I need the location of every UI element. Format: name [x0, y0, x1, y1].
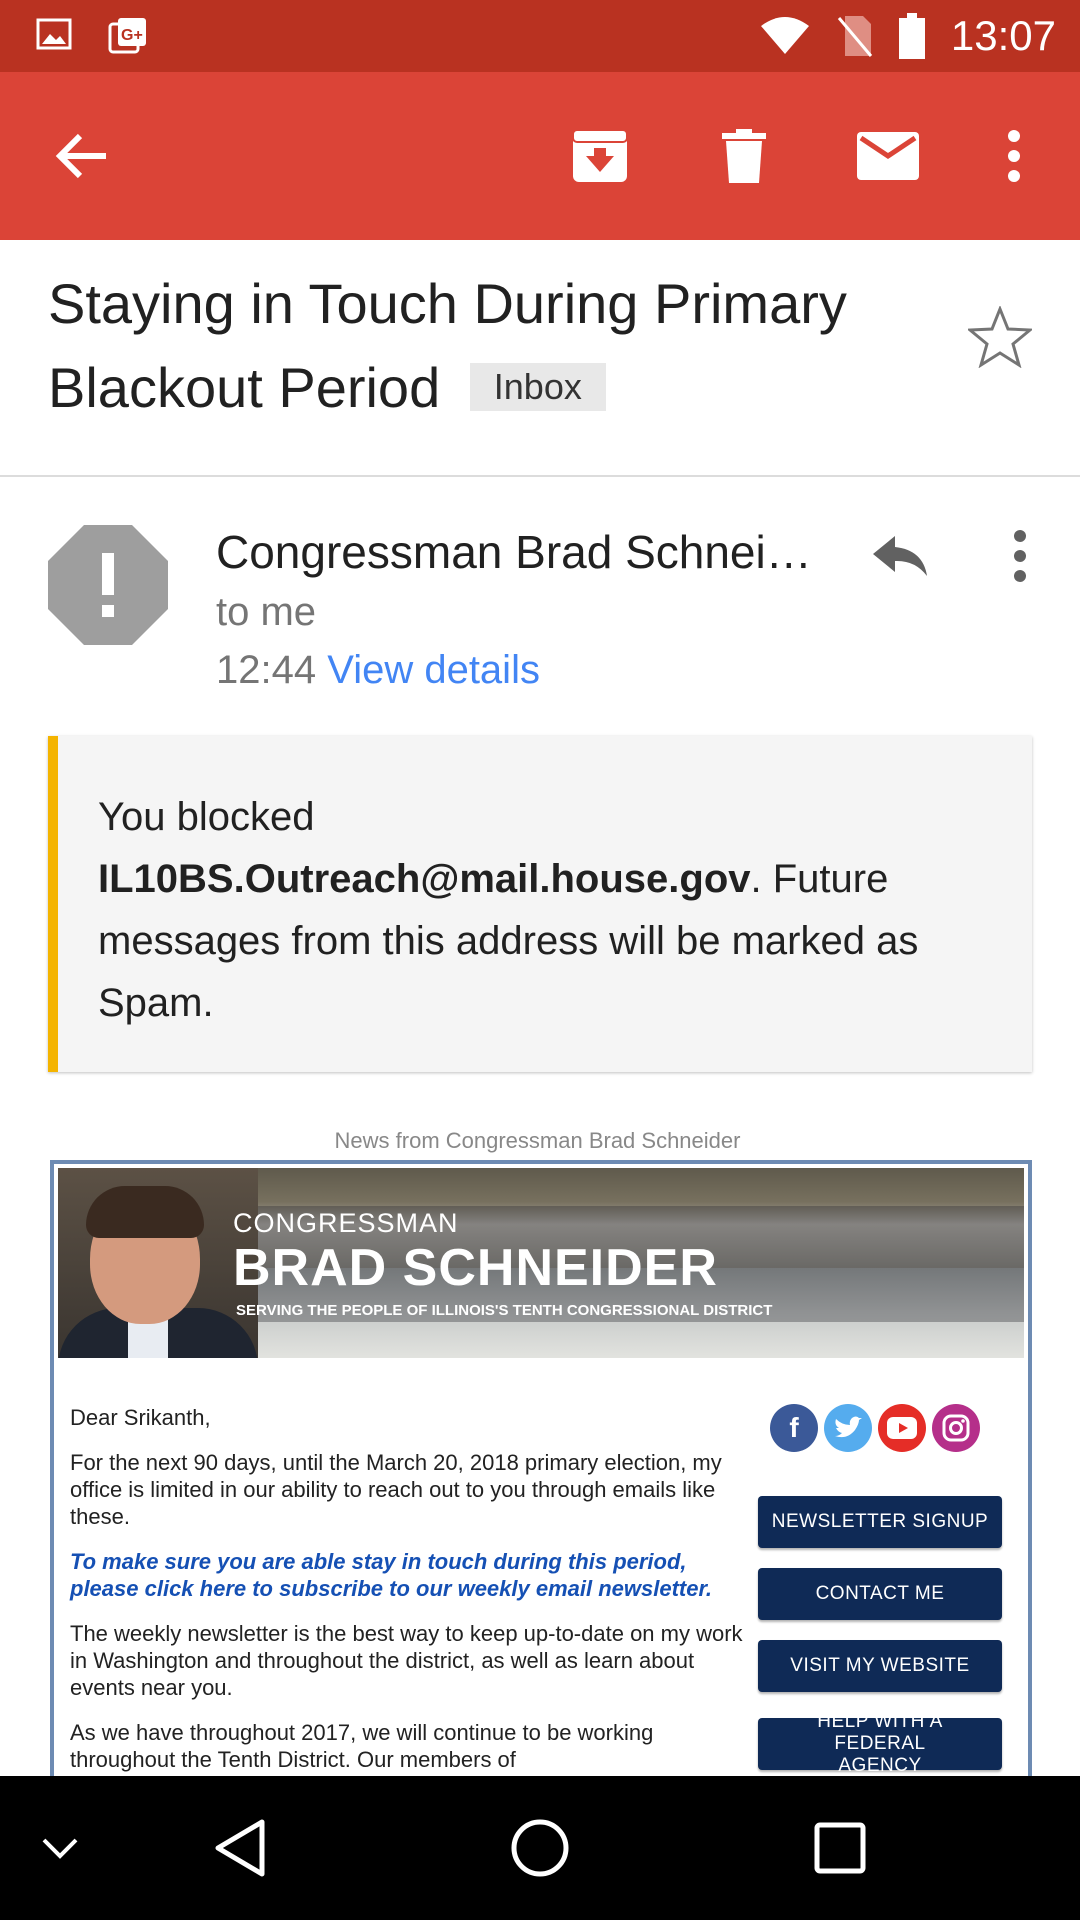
nav-home-icon: [511, 1819, 569, 1877]
status-time: 13:07: [950, 12, 1056, 59]
battery-icon: [898, 13, 925, 59]
greeting: Dear Srikanth,: [70, 1405, 211, 1430]
reply-icon: [873, 536, 927, 576]
warning-octagon-icon: [48, 525, 168, 645]
newsletter-signup-button[interactable]: NEWSLETTER SIGNUP: [758, 1496, 1002, 1548]
email-subject: Staying in Touch During Primary Blackout…: [48, 262, 948, 430]
blocked-sender-notice: You blocked IL10BS.Outreach@mail.house.g…: [48, 736, 1032, 1072]
inbox-label-chip[interactable]: Inbox: [469, 363, 606, 411]
divider: [0, 475, 1080, 477]
hide-keyboard-button[interactable]: [16, 1804, 104, 1892]
notice-prefix: You blocked: [98, 795, 315, 839]
nav-home-button[interactable]: [496, 1804, 584, 1892]
newsletter-banner: CONGRESSMAN BRAD SCHNEIDER SERVING THE P…: [58, 1168, 1024, 1358]
reply-button[interactable]: [856, 512, 944, 600]
back-button[interactable]: [38, 112, 126, 200]
mail-icon: [857, 132, 919, 180]
congressman-portrait: [58, 1168, 258, 1358]
star-button[interactable]: [966, 304, 1048, 386]
twitter-icon[interactable]: [824, 1404, 872, 1452]
archive-icon: [572, 129, 628, 182]
archive-button[interactable]: [556, 112, 644, 200]
sender-avatar[interactable]: [48, 525, 168, 645]
banner-title-big: BRAD SCHNEIDER: [233, 1239, 718, 1297]
recipient-line: to me: [216, 590, 317, 634]
contact-me-button[interactable]: CONTACT ME: [758, 1568, 1002, 1620]
message-more-button[interactable]: [976, 512, 1064, 600]
more-vert-icon: [1008, 130, 1020, 182]
wifi-icon: [760, 17, 809, 54]
blocked-address: IL10BS.Outreach@mail.house.gov: [98, 857, 751, 901]
instagram-icon[interactable]: [932, 1404, 980, 1452]
more-vert-icon: [1014, 530, 1026, 582]
trash-icon: [722, 129, 766, 183]
social-links: f: [770, 1404, 980, 1452]
banner-title-small: CONGRESSMAN: [233, 1208, 459, 1238]
facebook-icon[interactable]: f: [770, 1404, 818, 1452]
email-text: Dear Srikanth, For the next 90 days, unt…: [70, 1404, 750, 1780]
delete-button[interactable]: [700, 112, 788, 200]
chevron-down-icon: [42, 1838, 78, 1859]
nav-back-icon: [215, 1819, 265, 1877]
federal-agency-help-button[interactable]: HELP WITH A FEDERAL AGENCY: [758, 1711, 1002, 1776]
paragraph-2: The weekly newsletter is the best way to…: [70, 1621, 743, 1700]
paragraph-3: As we have throughout 2017, we will cont…: [70, 1720, 654, 1772]
subject-text: Staying in Touch During Primary Blackout…: [48, 272, 847, 419]
sender-name[interactable]: Congressman Brad Schnei…: [216, 525, 816, 579]
view-details-link[interactable]: View details: [327, 648, 540, 692]
svg-text:G+: G+: [121, 27, 143, 44]
more-options-button[interactable]: [970, 112, 1058, 200]
sent-time-line: 12:44 View details: [216, 648, 540, 693]
paragraph-1: For the next 90 days, until the March 20…: [70, 1450, 722, 1529]
nav-back-button[interactable]: [196, 1804, 284, 1892]
subscribe-link[interactable]: To make sure you are able stay in touch …: [70, 1548, 750, 1602]
banner-tagline: SERVING THE PEOPLE OF ILLINOIS'S TENTH C…: [236, 1302, 773, 1319]
nav-recents-icon: [814, 1822, 866, 1874]
news-from-header: News from Congressman Brad Schneider: [334, 1128, 741, 1153]
email-body: CONGRESSMAN BRAD SCHNEIDER SERVING THE P…: [50, 1160, 1032, 1780]
nav-recents-button[interactable]: [796, 1804, 884, 1892]
star-outline-icon: [966, 304, 1034, 369]
status-bar: G+ 13:07: [0, 0, 1080, 72]
back-arrow-icon: [55, 133, 106, 179]
visit-website-button[interactable]: VISIT MY WEBSITE: [758, 1640, 1002, 1692]
sent-time: 12:44: [216, 648, 317, 692]
system-nav-bar: [0, 1776, 1080, 1920]
app-bar: [0, 72, 1080, 240]
mark-unread-button[interactable]: [844, 112, 932, 200]
screen: G+ 13:07 Staying in Touch During Primary…: [0, 0, 1080, 1920]
no-sim-icon: [837, 16, 873, 57]
google-plus-notification-icon: G+: [108, 18, 146, 54]
youtube-icon[interactable]: [878, 1404, 926, 1452]
gallery-notification-icon: [36, 18, 72, 50]
